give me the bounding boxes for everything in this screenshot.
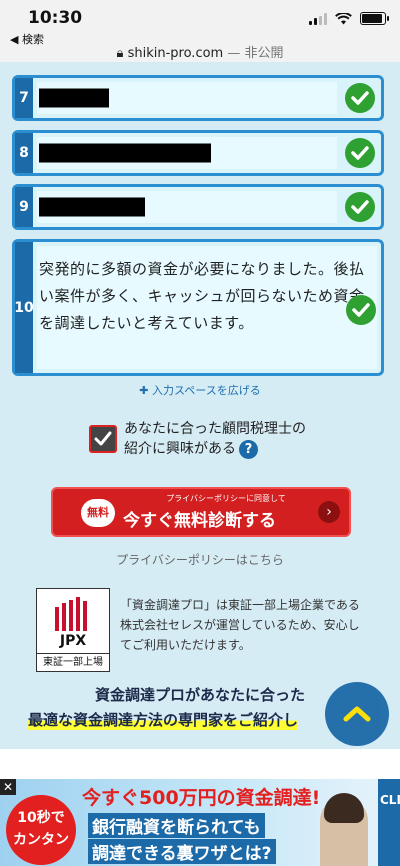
chevron-up-icon — [343, 706, 371, 722]
cellular-signal-icon — [309, 12, 327, 25]
free-diagnosis-button[interactable]: プライバシーポリシーに同意して 無料 今すぐ無料診断する › — [51, 487, 351, 537]
check-icon — [345, 192, 375, 222]
promo-line-2: 最適な資金調達方法の専門家をご紹介し — [28, 709, 299, 730]
ad-line-3: 調達できる裏ワザとは? — [88, 839, 276, 864]
jpx-caption: 東証一部上場 — [37, 653, 109, 671]
redacted-text — [39, 88, 109, 108]
expand-input-link[interactable]: ✚ 入力スペースを広げる — [0, 382, 400, 398]
ad-badge: 10秒で カンタン — [6, 795, 76, 865]
consent-checkbox[interactable] — [89, 425, 117, 453]
ad-line-2: 銀行融資を断られても — [88, 813, 265, 838]
expand-label: 入力スペースを広げる — [152, 384, 261, 397]
check-icon — [346, 295, 376, 325]
answer-row-9: 9 — [12, 184, 384, 230]
plus-icon: ✚ — [139, 384, 149, 397]
ad-click-label: CLICK — [380, 793, 400, 807]
url-bar[interactable]: 🔒︎ shikin-pro.com — 非公開 — [0, 42, 400, 61]
scroll-to-top-button[interactable] — [325, 682, 389, 746]
lock-icon: 🔒︎ — [116, 46, 124, 61]
check-icon — [345, 138, 375, 168]
answer-row-7: 7 — [12, 75, 384, 121]
help-icon[interactable]: ? — [239, 439, 258, 459]
ad-banner[interactable]: 10秒で カンタン 今すぐ500万円の資金調達! 銀行融資を断られても 調達でき… — [0, 779, 400, 866]
wifi-icon — [335, 12, 352, 24]
consent-line-2: 紹介に興味がある — [124, 441, 236, 457]
status-icons — [309, 12, 389, 25]
jpx-logo-text: JPX — [59, 633, 87, 649]
answer-row-8: 8 — [12, 130, 384, 176]
status-time: 10:30 — [28, 8, 83, 28]
redacted-text — [39, 143, 211, 163]
privacy-policy-link[interactable]: プライバシーポリシーはこちら — [0, 551, 400, 568]
close-ad-icon[interactable]: ✕ — [0, 779, 16, 795]
chevron-right-icon: › — [318, 501, 340, 523]
row-number: 9 — [15, 187, 33, 227]
url-suffix: — 非公開 — [223, 46, 284, 61]
jpx-bars-icon — [55, 597, 87, 631]
main-content: 7 8 9 10 突発的に多額の資金が必要になりました。後払い案件が多く、キャッ… — [0, 62, 400, 749]
jpx-description: 「資金調達プロ」は東証一部上場企業である株式会社セレスが運営しているため、安心し… — [120, 598, 360, 652]
url-domain: shikin-pro.com — [127, 46, 224, 61]
row-number: 10 — [14, 242, 34, 373]
checkmark-icon — [94, 431, 112, 446]
row-number: 7 — [15, 78, 33, 118]
battery-icon — [360, 12, 389, 25]
check-icon — [345, 83, 375, 113]
consent-line-1: あなたに合った顧問税理士の — [124, 421, 306, 437]
status-bar: 10:30 ◀ 検索 🔒︎ shikin-pro.com — 非公開 — [0, 0, 400, 62]
jpx-logo: JPX 東証一部上場 — [36, 588, 110, 672]
ad-badge-line-2: カンタン — [13, 832, 69, 848]
ad-headline: 今すぐ500万円の資金調達! — [82, 787, 321, 809]
answer-text-10: 突発的に多額の資金が必要になりました。後払い案件が多く、キャッシュが回らないため… — [39, 260, 365, 332]
cta-label: 今すぐ無料診断する — [123, 511, 276, 531]
row-number: 8 — [15, 133, 33, 173]
consent-label: あなたに合った顧問税理士の 紹介に興味がある? — [124, 419, 306, 459]
ad-person-image — [320, 793, 368, 866]
answer-row-10: 10 突発的に多額の資金が必要になりました。後払い案件が多く、キャッシュが回らな… — [12, 239, 384, 376]
ad-badge-line-1: 10秒で — [17, 810, 65, 826]
redacted-text — [39, 197, 145, 217]
free-badge: 無料 — [81, 499, 115, 527]
